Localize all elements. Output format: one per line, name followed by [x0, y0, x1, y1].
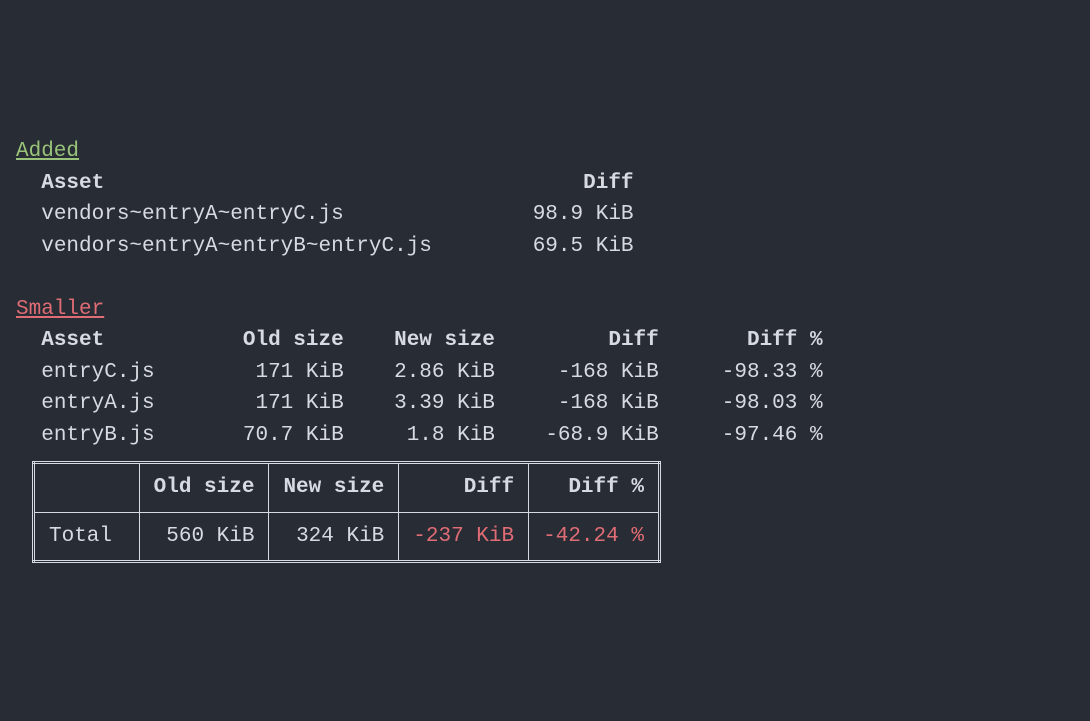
- smaller-row: entryB.js 70.7 KiB 1.8 KiB -68.9 KiB -97…: [16, 424, 823, 447]
- smaller-new: 1.8 KiB: [344, 424, 495, 447]
- summary-row: Total 560 KiB 324 KiB -237 KiB -42.24 %: [34, 512, 660, 562]
- smaller-diff: -168 KiB: [495, 361, 659, 384]
- smaller-col-asset: Asset: [41, 329, 192, 352]
- smaller-new: 2.86 KiB: [344, 361, 495, 384]
- added-asset: vendors~entryA~entryB~entryC.js: [41, 235, 482, 258]
- added-diff: 98.9 KiB: [482, 203, 633, 226]
- summary-col-diff: Diff: [399, 463, 529, 513]
- added-col-asset: Asset: [41, 172, 482, 195]
- smaller-diffpct: -97.46 %: [659, 424, 823, 447]
- added-col-diff: Diff: [482, 172, 633, 195]
- smaller-diffpct: -98.33 %: [659, 361, 823, 384]
- added-row: vendors~entryA~entryB~entryC.js 69.5 KiB: [16, 235, 634, 258]
- section-heading-smaller: Smaller: [16, 298, 104, 321]
- smaller-old: 171 KiB: [192, 361, 343, 384]
- smaller-old: 70.7 KiB: [192, 424, 343, 447]
- summary-col-oldsize: Old size: [139, 463, 269, 513]
- smaller-diff: -168 KiB: [495, 392, 659, 415]
- smaller-col-diff: Diff: [495, 329, 659, 352]
- smaller-asset: entryC.js: [41, 361, 192, 384]
- section-heading-added: Added: [16, 140, 79, 163]
- smaller-table-header: Asset Old size New size Diff Diff %: [16, 329, 823, 352]
- smaller-asset: entryB.js: [41, 424, 192, 447]
- smaller-col-oldsize: Old size: [192, 329, 343, 352]
- summary-diffpct: -42.24 %: [529, 512, 660, 562]
- smaller-diffpct: -98.03 %: [659, 392, 823, 415]
- summary-col-newsize: New size: [269, 463, 399, 513]
- smaller-row: entryC.js 171 KiB 2.86 KiB -168 KiB -98.…: [16, 361, 823, 384]
- summary-header-row: Old size New size Diff Diff %: [34, 463, 660, 513]
- smaller-col-newsize: New size: [344, 329, 495, 352]
- summary-col-diffpct: Diff %: [529, 463, 660, 513]
- added-table-header: Asset Diff: [16, 172, 634, 195]
- smaller-new: 3.39 KiB: [344, 392, 495, 415]
- smaller-old: 171 KiB: [192, 392, 343, 415]
- added-diff: 69.5 KiB: [482, 235, 633, 258]
- summary-diff: -237 KiB: [399, 512, 529, 562]
- smaller-row: entryA.js 171 KiB 3.39 KiB -168 KiB -98.…: [16, 392, 823, 415]
- smaller-asset: entryA.js: [41, 392, 192, 415]
- summary-table: Old size New size Diff Diff % Total 560 …: [32, 461, 661, 563]
- summary-row-label: Total: [34, 512, 140, 562]
- smaller-diff: -68.9 KiB: [495, 424, 659, 447]
- summary-old: 560 KiB: [139, 512, 269, 562]
- summary-empty-header: [34, 463, 140, 513]
- smaller-col-diffpct: Diff %: [659, 329, 823, 352]
- summary-new: 324 KiB: [269, 512, 399, 562]
- added-asset: vendors~entryA~entryC.js: [41, 203, 482, 226]
- added-row: vendors~entryA~entryC.js 98.9 KiB: [16, 203, 634, 226]
